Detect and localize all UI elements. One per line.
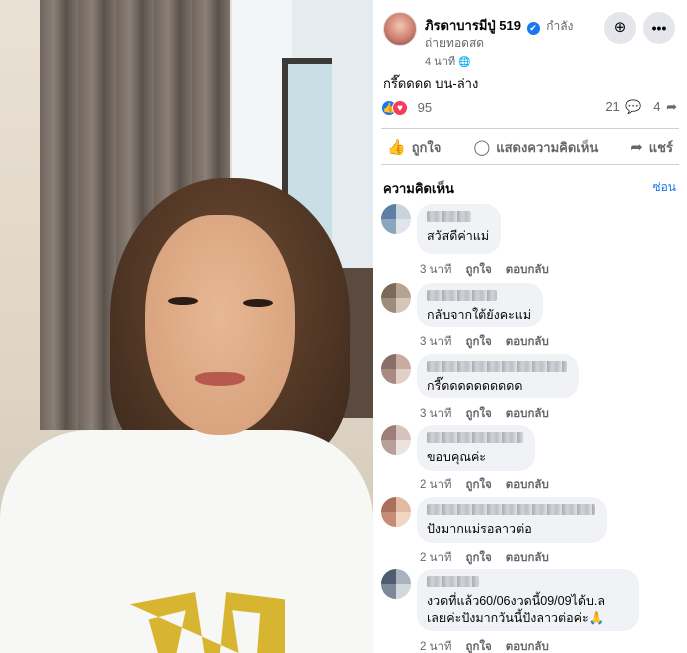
share-icon: ➦ bbox=[630, 139, 643, 156]
comment-meta: 2 นาที ถูกใจ ตอบกลับ bbox=[420, 476, 563, 494]
comment-bubble: ขอบคุณค่ะ bbox=[417, 425, 535, 471]
commenter-name-blurred[interactable] bbox=[427, 290, 497, 301]
comment-text-line2: เลยค่ะปังมากวันนี้ปังลาวต่อค่ะ🙏 bbox=[427, 611, 605, 625]
comment-like-link[interactable]: ถูกใจ bbox=[466, 408, 492, 420]
comment-like-link[interactable]: ถูกใจ bbox=[466, 479, 492, 491]
comment-meta: 3 นาที ถูกใจ ตอบกลับ bbox=[420, 261, 563, 279]
thumbs-up-icon: 👍 bbox=[387, 139, 406, 156]
more-options-button[interactable]: ••• bbox=[643, 12, 675, 44]
comment-time[interactable]: 2 นาที bbox=[420, 641, 452, 653]
comment-reply-link[interactable]: ตอบกลับ bbox=[506, 641, 549, 653]
comment-like-link[interactable]: ถูกใจ bbox=[466, 641, 492, 653]
comment-bubble: กรี๊ดดดดดดดดดด bbox=[417, 354, 579, 398]
comment-button[interactable]: ◯ แสดงความคิดเห็น bbox=[467, 137, 604, 158]
comment-text: ปังมากแม่รอลาวต่อ bbox=[427, 522, 532, 536]
love-reaction-icon[interactable]: ♥ bbox=[392, 99, 408, 116]
comment-meta: 2 นาที ถูกใจ ตอบกลับ bbox=[420, 638, 563, 653]
comment-text: กลับจากใต้ยังคะแม่ bbox=[427, 308, 532, 322]
live-status: กำลัง bbox=[546, 19, 574, 33]
post-text: กรี๊ดดดด บน-ล่าง bbox=[383, 76, 479, 91]
page-name[interactable]: ภิรดาบารมีปู่ 519 bbox=[425, 18, 521, 33]
engagement-counts: 21 💬 4 ➦ bbox=[603, 99, 677, 115]
comment-reply-link[interactable]: ตอบกลับ bbox=[506, 336, 549, 348]
page-avatar[interactable] bbox=[383, 12, 417, 46]
post-time-row: 4 นาที 🌐 bbox=[425, 52, 471, 70]
comment-time[interactable]: 2 นาที bbox=[420, 479, 452, 491]
comments-title: ความคิดเห็น bbox=[383, 181, 454, 196]
comment-time[interactable]: 3 นาที bbox=[420, 264, 452, 276]
comment-like-link[interactable]: ถูกใจ bbox=[466, 264, 492, 276]
comment-reply-link[interactable]: ตอบกลับ bbox=[506, 408, 549, 420]
comment-meta: 3 นาที ถูกใจ ตอบกลับ bbox=[420, 333, 563, 351]
divider bbox=[381, 164, 679, 165]
video-person-eye bbox=[243, 299, 273, 307]
share-button[interactable]: ➦ แชร์ bbox=[624, 137, 679, 158]
comments-count[interactable]: 21 bbox=[605, 99, 619, 114]
more-icon: ••• bbox=[651, 20, 667, 36]
comment-meta: 3 นาที ถูกใจ ตอบกลับ bbox=[420, 405, 563, 423]
like-button[interactable]: 👍 ถูกใจ bbox=[381, 137, 447, 158]
save-button[interactable]: ⊕ bbox=[604, 12, 636, 44]
comment-time[interactable]: 2 นาที bbox=[420, 552, 452, 564]
share-label: แชร์ bbox=[648, 139, 673, 155]
comment-text: ขอบคุณค่ะ bbox=[427, 450, 487, 464]
comment-bubble-icon: 💬 bbox=[625, 99, 642, 114]
commenter-avatar[interactable] bbox=[381, 569, 411, 599]
video-person-mouth bbox=[195, 372, 245, 386]
comment-text: สวัสดีค่าแม่ bbox=[427, 229, 490, 243]
verified-badge-icon: ✔ bbox=[526, 22, 540, 35]
page-name-row: ภิรดาบารมีปู่ 519 ✔ กำลัง bbox=[425, 15, 573, 36]
comment-reply-link[interactable]: ตอบกลับ bbox=[506, 552, 549, 564]
commenter-name-blurred[interactable] bbox=[427, 576, 479, 587]
comment-time[interactable]: 3 นาที bbox=[420, 336, 452, 348]
post-panel: ภิรดาบารมีปู่ 519 ✔ กำลัง ถ่ายทอดสด 4 นา… bbox=[373, 0, 687, 653]
commenter-name-blurred[interactable] bbox=[427, 504, 595, 515]
divider bbox=[381, 128, 679, 129]
commenter-name-blurred[interactable] bbox=[427, 361, 567, 372]
live-video[interactable] bbox=[0, 0, 373, 653]
comment-bubble: ปังมากแม่รอลาวต่อ bbox=[417, 497, 607, 543]
reactions-row: 👍 ♥ 95 21 💬 4 ➦ bbox=[381, 99, 679, 119]
comment-bubble: กลับจากใต้ยังคะแม่ bbox=[417, 283, 544, 327]
commenter-avatar[interactable] bbox=[381, 497, 411, 527]
action-bar: 👍 ถูกใจ ◯ แสดงความคิดเห็น ➦ แชร์ bbox=[381, 133, 679, 161]
commenter-name-blurred[interactable] bbox=[427, 432, 523, 443]
comment-reply-link[interactable]: ตอบกลับ bbox=[506, 264, 549, 276]
comment-like-link[interactable]: ถูกใจ bbox=[466, 336, 492, 348]
comment-icon: ◯ bbox=[473, 139, 491, 156]
comment-bubble: สวัสดีค่าแม่ bbox=[417, 204, 502, 254]
commenter-name-blurred[interactable] bbox=[427, 211, 471, 222]
comment-text: กรี๊ดดดดดดดดดด bbox=[427, 379, 523, 393]
commenter-avatar[interactable] bbox=[381, 354, 411, 384]
reactions-count[interactable]: 95 bbox=[418, 100, 432, 115]
hide-comments-link[interactable]: ซ่อน bbox=[652, 178, 676, 197]
comment-label: แสดงความคิดเห็น bbox=[496, 139, 599, 155]
comment-meta: 2 นาที ถูกใจ ตอบกลับ bbox=[420, 549, 563, 567]
globe-icon: 🌐 bbox=[458, 57, 471, 68]
commenter-avatar[interactable] bbox=[381, 283, 411, 313]
shares-count[interactable]: 4 bbox=[653, 99, 660, 114]
commenter-avatar[interactable] bbox=[381, 425, 411, 455]
comment-bubble: งวดที่แล้ว60/06งวดนี้09/09ได้บ.ล เลยค่ะป… bbox=[417, 569, 639, 631]
commenter-avatar[interactable] bbox=[381, 204, 411, 234]
comment-like-link[interactable]: ถูกใจ bbox=[466, 552, 492, 564]
save-icon: ⊕ bbox=[613, 19, 627, 36]
post-time[interactable]: 4 นาที bbox=[425, 56, 455, 68]
comment-reply-link[interactable]: ตอบกลับ bbox=[506, 479, 549, 491]
live-status-line2: ถ่ายทอดสด bbox=[425, 36, 485, 50]
comment-text: งวดที่แล้ว60/06งวดนี้09/09ได้บ.ล bbox=[427, 594, 606, 608]
comment-time[interactable]: 3 นาที bbox=[420, 408, 452, 420]
video-person-face bbox=[145, 215, 295, 435]
share-arrow-icon: ➦ bbox=[666, 99, 677, 114]
video-person-eye bbox=[168, 297, 198, 305]
like-label: ถูกใจ bbox=[411, 139, 442, 155]
